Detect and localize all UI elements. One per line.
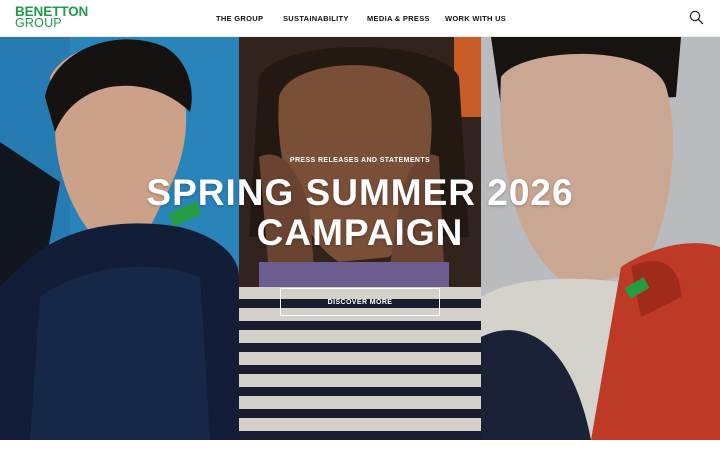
hero-eyebrow[interactable]: PRESS RELEASES AND STATEMENTS bbox=[0, 157, 720, 164]
site-header: BENETTON GROUP THE GROUP SUSTAINABILITY … bbox=[0, 0, 720, 37]
hero-campaign-banner[interactable]: PRESS RELEASES AND STATEMENTS SPRING SUM… bbox=[0, 37, 720, 440]
hero-headline-line-2: CAMPAIGN bbox=[256, 212, 464, 253]
page-bottom-strip bbox=[0, 440, 720, 450]
logo-line-2: GROUP bbox=[15, 16, 62, 30]
nav-item-sustainability[interactable]: SUSTAINABILITY bbox=[283, 14, 349, 23]
search-icon[interactable] bbox=[689, 10, 704, 25]
hero-headline-line-1: SPRING SUMMER 2026 bbox=[146, 172, 574, 213]
hero-headline: SPRING SUMMER 2026 CAMPAIGN bbox=[0, 173, 720, 253]
benetton-group-logo[interactable]: BENETTON GROUP bbox=[15, 5, 88, 30]
nav-item-the-group[interactable]: THE GROUP bbox=[216, 14, 263, 23]
nav-item-work-with-us[interactable]: WORK WITH US bbox=[445, 14, 506, 23]
discover-more-button[interactable]: DISCOVER MORE bbox=[280, 288, 440, 316]
nav-item-media-press[interactable]: MEDIA & PRESS bbox=[367, 14, 430, 23]
